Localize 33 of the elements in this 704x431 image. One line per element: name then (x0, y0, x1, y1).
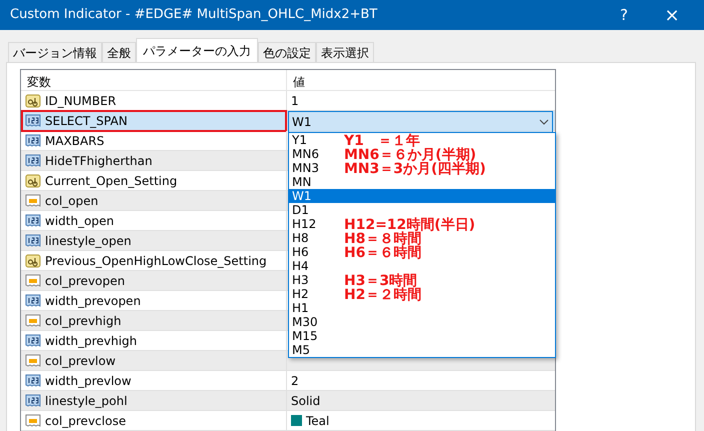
parameter-name: SELECT_SPAN (45, 112, 128, 130)
parameter-value: 1 (291, 92, 299, 110)
parameter-name: linestyle_pohl (45, 392, 128, 410)
annotation-note: MN3＝3か月(四半期) (344, 162, 486, 176)
annotation-note: MN6＝６か月(半期) (344, 148, 476, 162)
parameter-name: MAXBARS (45, 132, 104, 150)
parameter-name: ID_NUMBER (45, 92, 116, 110)
annotation-note: H2＝２時間 (344, 288, 422, 302)
column-header: 変数 (21, 70, 287, 90)
parameter-name: col_prevopen (45, 272, 125, 290)
annotation-note: H8＝８時間 (344, 232, 422, 246)
parameter-name: col_prevlow (45, 352, 116, 370)
parameter-name: Previous_OpenHighLowClose_Setting (45, 252, 267, 270)
annotation-note: H3＝3時間 (344, 274, 418, 288)
parameter-name: Current_Open_Setting (45, 172, 178, 190)
column-header: 値 (292, 74, 306, 90)
annotation-note: H12=12時間(半日) (344, 218, 476, 232)
parameter-name: width_open (45, 212, 114, 230)
parameter-name: width_prevopen (45, 292, 141, 310)
parameter-name: width_prevhigh (45, 332, 138, 350)
annotation-note: H6＝６時間 (344, 246, 422, 260)
parameter-name: HideTFhigherthan (45, 152, 152, 170)
parameter-value: Teal (306, 412, 330, 430)
parameter-value: 2 (291, 372, 299, 390)
parameter-value: Solid (291, 392, 320, 410)
parameter-name: col_prevhigh (45, 312, 122, 330)
parameter-name: linestyle_open (45, 232, 132, 250)
window-title: Custom Indicator - #EDGE# MultiSpan_OHLC_Midx2+BT (10, 6, 378, 24)
combo-value: W1 (292, 114, 312, 131)
parameter-name: col_prevclose (45, 412, 126, 430)
annotation-note: Y1 ＝１年 (344, 134, 420, 148)
parameter-name: col_open (45, 192, 98, 210)
parameter-name: width_prevlow (45, 372, 132, 390)
